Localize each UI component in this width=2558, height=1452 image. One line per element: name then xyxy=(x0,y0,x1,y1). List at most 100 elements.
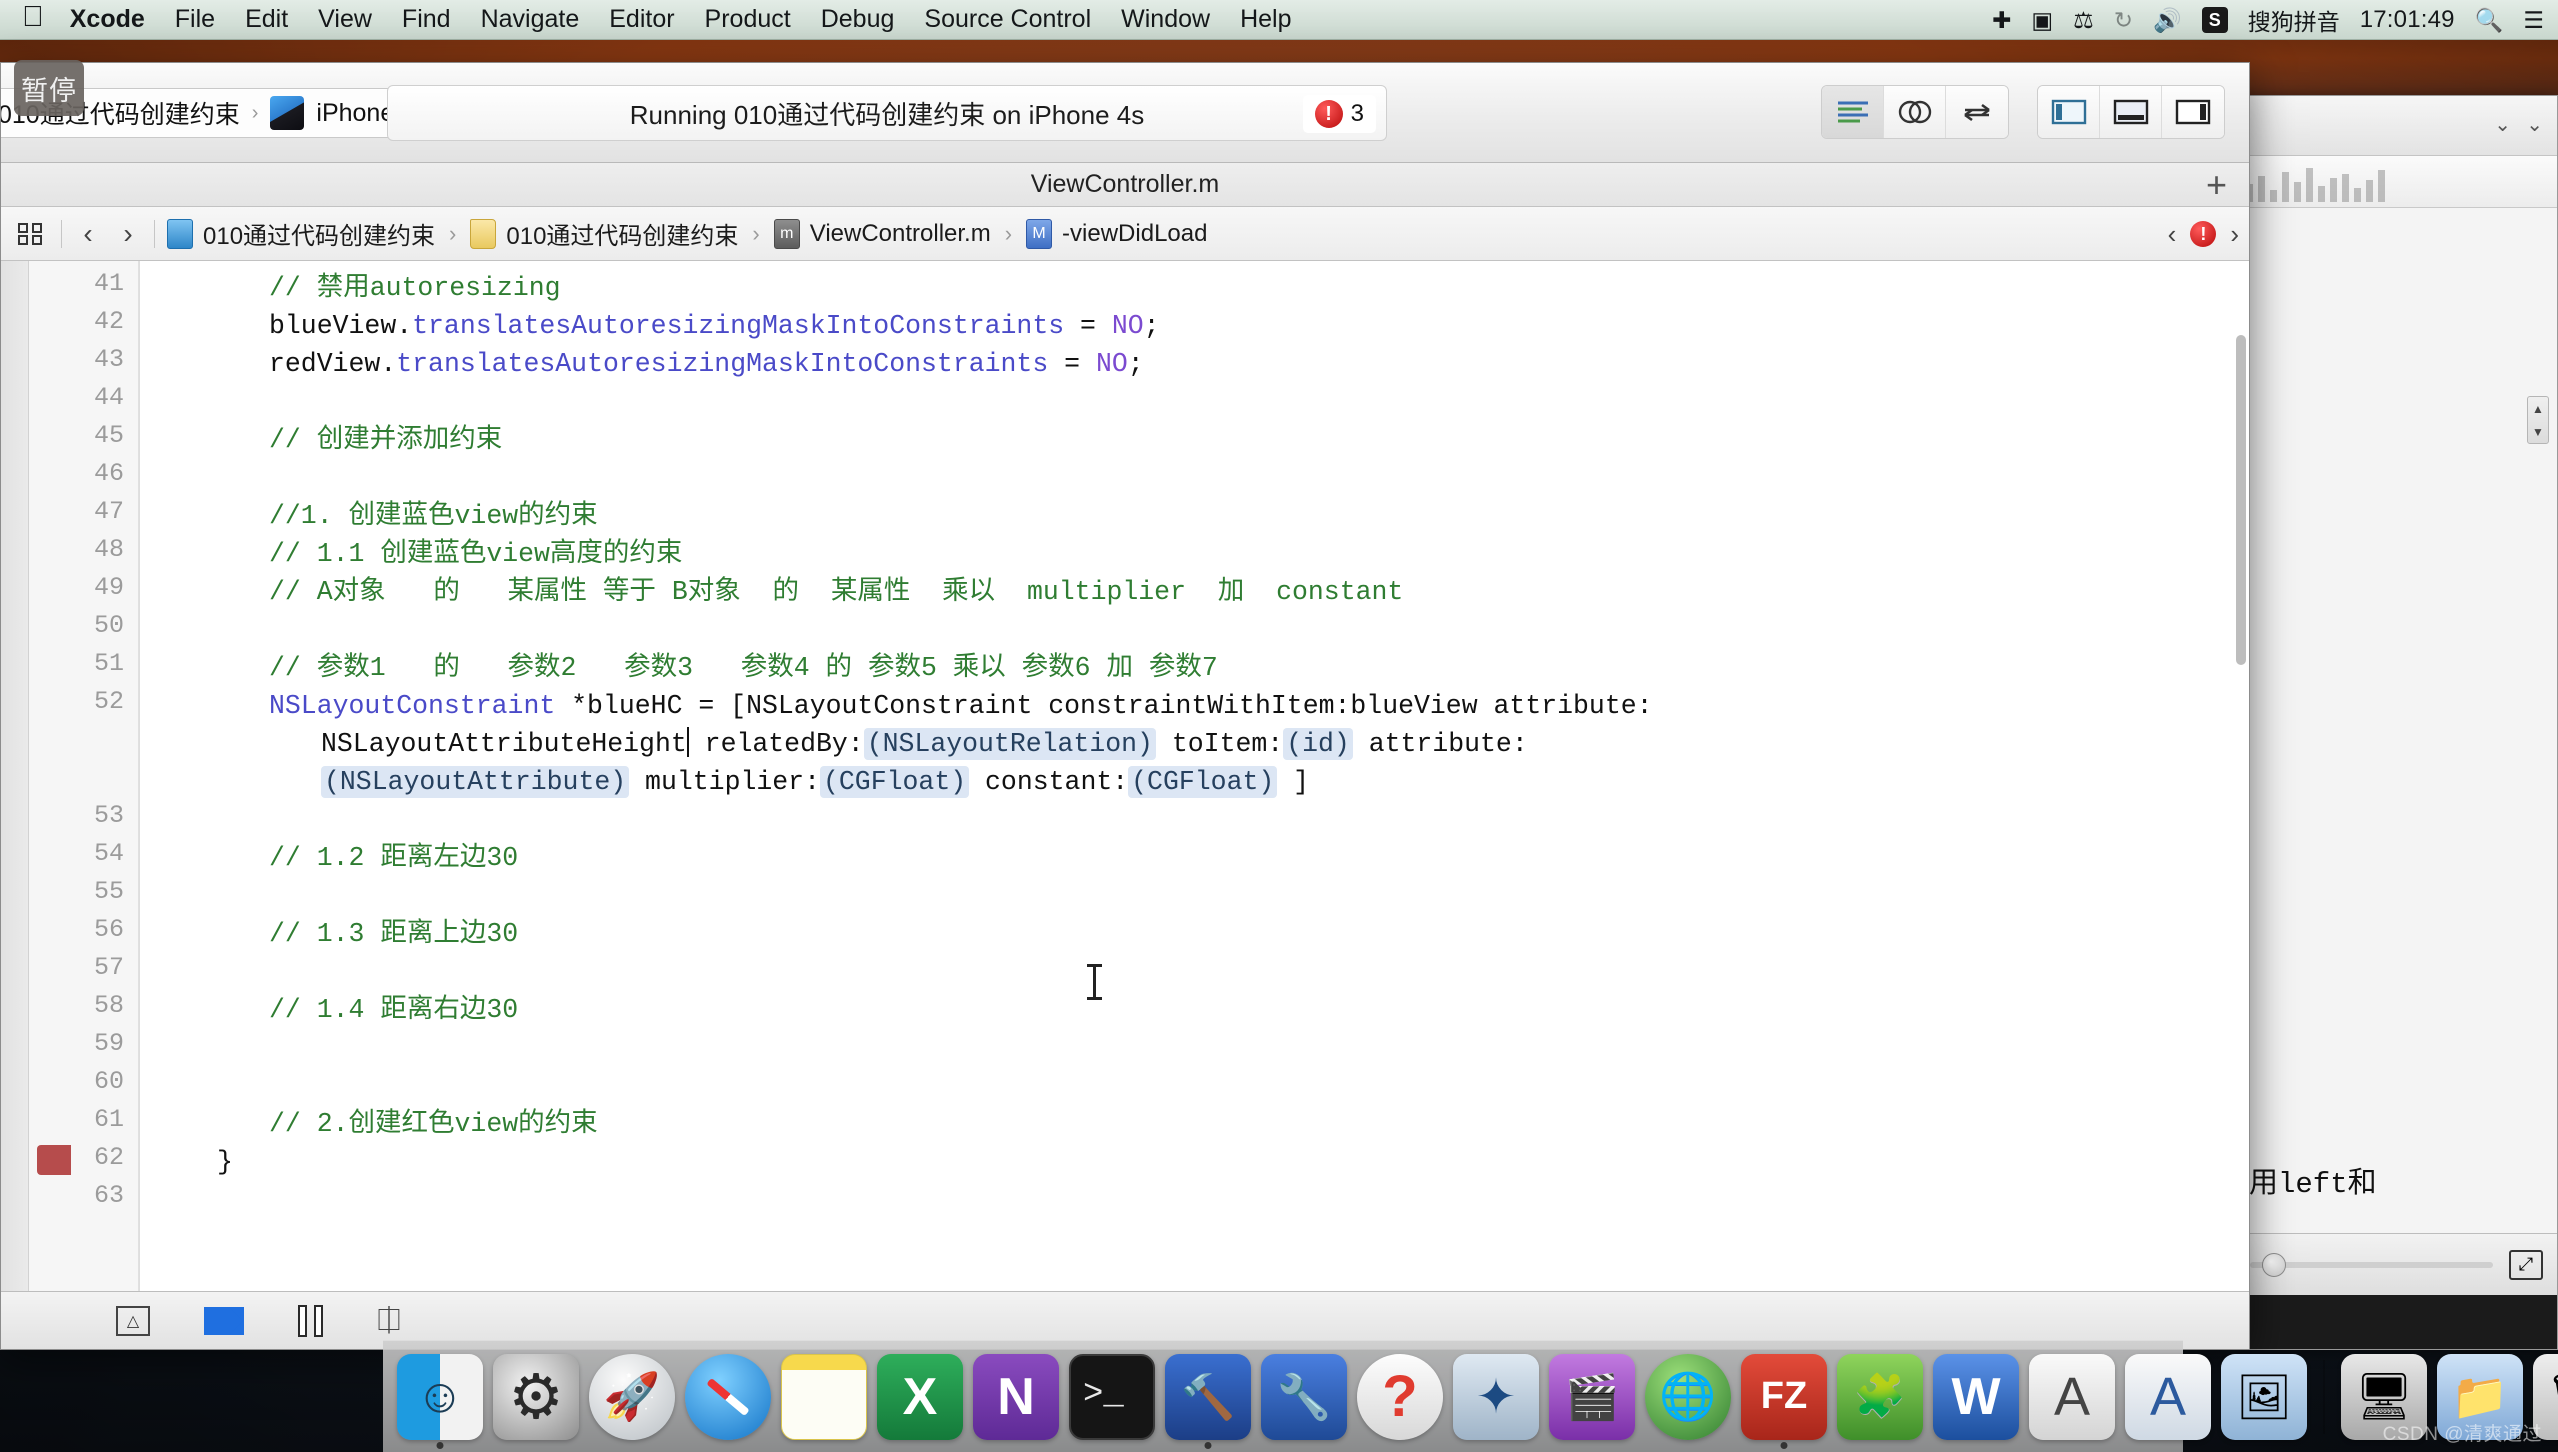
plugin-icon[interactable] xyxy=(1837,1354,1923,1440)
notes-icon[interactable] xyxy=(781,1354,867,1440)
forward-button[interactable]: › xyxy=(108,207,148,261)
menu-find[interactable]: Find xyxy=(402,5,451,34)
breakpoint-marker[interactable] xyxy=(37,1145,71,1175)
timemachine-icon[interactable]: ↻ xyxy=(2114,7,2133,34)
apple-icon[interactable]:  xyxy=(22,3,44,32)
browser-globe-icon[interactable] xyxy=(1645,1354,1731,1440)
code-line[interactable]: // 1.1 创建蓝色view高度的约束 xyxy=(217,535,682,573)
code-line[interactable]: (NSLayoutAttribute) multiplier:(CGFloat)… xyxy=(217,763,1309,801)
version-editor-icon[interactable] xyxy=(1946,86,2008,138)
input-method-label[interactable]: 搜狗拼音 xyxy=(2248,3,2340,37)
menu-file[interactable]: File xyxy=(175,5,215,34)
next-issue-button[interactable]: › xyxy=(2230,219,2239,250)
line-number-gutter[interactable]: 4142434445464748495051525354555657585960… xyxy=(29,261,139,1291)
menubar-clock[interactable]: 17:01:49 xyxy=(2360,6,2455,34)
filezilla-icon[interactable] xyxy=(1741,1354,1827,1440)
pixelmator-icon[interactable] xyxy=(1453,1354,1539,1440)
preview-icon[interactable] xyxy=(2221,1354,2307,1440)
menu-xcode[interactable]: Xcode xyxy=(70,5,145,34)
zoom-slider[interactable] xyxy=(2250,1262,2493,1268)
standard-editor-icon[interactable] xyxy=(1822,86,1884,138)
breadcrumb-method[interactable]: -viewDidLoad xyxy=(1062,220,1207,248)
code-line[interactable]: // 1.3 距离上边30 xyxy=(217,915,518,953)
chevron-down-icon[interactable]: ▼ xyxy=(2532,425,2544,439)
toolbar-right-controls xyxy=(1821,85,2225,139)
chevron-up-icon[interactable]: ▲ xyxy=(2532,402,2544,416)
breadcrumb-project[interactable]: 010通过代码创建约束 xyxy=(203,216,435,251)
volume-icon[interactable]: 🔊 xyxy=(2153,7,2182,34)
step-out-icon[interactable]: ⎅ xyxy=(377,1304,401,1338)
debug-area-toggle-icon[interactable] xyxy=(2100,86,2162,138)
step-over-icon[interactable] xyxy=(204,1307,244,1335)
fullscreen-icon[interactable]: ⤢ xyxy=(2509,1250,2543,1280)
notification-center-icon[interactable]: ☰ xyxy=(2523,7,2544,34)
code-placeholder: (CGFloat) xyxy=(820,766,969,798)
issue-badge[interactable]: ! xyxy=(2190,221,2216,247)
code-line[interactable]: redView.translatesAutoresizingMaskIntoCo… xyxy=(217,345,1144,383)
code-line[interactable]: // 创建并添加约束 xyxy=(217,421,502,459)
add-editor-button[interactable]: + xyxy=(2206,167,2227,203)
excel-icon[interactable] xyxy=(877,1354,963,1440)
screen-record-icon[interactable]: ▣ xyxy=(2031,7,2053,34)
previous-issue-button[interactable]: ‹ xyxy=(2168,219,2177,250)
code-line[interactable]: } xyxy=(217,1143,233,1181)
breadcrumb-file[interactable]: ViewController.m xyxy=(810,220,991,248)
menu-window[interactable]: Window xyxy=(1121,5,1210,34)
issue-badge-chip[interactable]: ! 3 xyxy=(1303,95,1376,133)
menu-view[interactable]: View xyxy=(318,5,372,34)
finder-icon[interactable] xyxy=(397,1354,483,1440)
background-window[interactable]: ⌄ ⌄ ▲ ▼ 是只用left和 ⤢ xyxy=(2235,95,2558,1350)
slider-knob[interactable] xyxy=(2262,1253,2286,1277)
menu-debug[interactable]: Debug xyxy=(821,5,895,34)
code-line[interactable]: // 参数1 的 参数2 参数3 参数4 的 参数5 乘以 参数6 加 参数7 xyxy=(217,649,1218,687)
editor-vertical-scrollbar[interactable] xyxy=(2235,265,2247,1287)
onenote-icon[interactable] xyxy=(973,1354,1059,1440)
word-icon[interactable] xyxy=(1933,1354,2019,1440)
scrollbar-thumb[interactable] xyxy=(2236,335,2246,665)
code-line[interactable]: blueView.translatesAutoresizingMaskIntoC… xyxy=(217,307,1160,345)
safari-icon[interactable] xyxy=(685,1354,771,1440)
code-line[interactable]: // A对象 的 某属性 等于 B对象 的 某属性 乘以 multiplier … xyxy=(217,573,1403,611)
back-button[interactable]: ‹ xyxy=(68,207,108,261)
menu-navigate[interactable]: Navigate xyxy=(481,5,580,34)
imovie-icon[interactable] xyxy=(1549,1354,1635,1440)
menu-help[interactable]: Help xyxy=(1240,5,1291,34)
menu-source-control[interactable]: Source Control xyxy=(924,5,1091,34)
system-preferences-icon[interactable] xyxy=(493,1354,579,1440)
terminal-icon[interactable] xyxy=(1069,1354,1155,1440)
code-line[interactable]: // 1.4 距离右边30 xyxy=(217,991,518,1029)
source-editor[interactable]: 4142434445464748495051525354555657585960… xyxy=(1,261,2249,1291)
assistant-editor-icon[interactable] xyxy=(1884,86,1946,138)
hide-debug-area-icon[interactable]: △ xyxy=(116,1306,150,1336)
launchpad-icon[interactable] xyxy=(589,1354,675,1440)
background-window-stepper[interactable]: ▲ ▼ xyxy=(2527,396,2549,444)
code-line[interactable]: // 1.2 距离左边30 xyxy=(217,839,518,877)
code-placeholder: (CGFloat) xyxy=(1128,766,1277,798)
font-tool-icon[interactable] xyxy=(2125,1354,2211,1440)
xcode-beta-icon[interactable] xyxy=(1261,1354,1347,1440)
sogou-badge[interactable]: S xyxy=(2202,7,2228,33)
search-icon[interactable]: 🔍 xyxy=(2475,7,2504,34)
code-line[interactable]: // 2.创建红色view的约束 xyxy=(217,1105,598,1143)
chevron-down-icon[interactable]: ⌄ xyxy=(2494,112,2511,137)
code-area[interactable]: // 禁用autoresizingblueView.translatesAuto… xyxy=(139,261,2249,1291)
related-items-icon[interactable] xyxy=(9,207,55,261)
breadcrumb-group[interactable]: 010通过代码创建约束 xyxy=(506,216,738,251)
bluetooth-icon[interactable]: ⚖ xyxy=(2073,7,2094,34)
code-line[interactable]: //1. 创建蓝色view的约束 xyxy=(217,497,598,535)
utilities-toggle-icon[interactable] xyxy=(2162,86,2224,138)
pause-icon[interactable] xyxy=(298,1305,323,1337)
chevron-down-icon-2[interactable]: ⌄ xyxy=(2526,112,2543,137)
help-icon[interactable] xyxy=(1357,1354,1443,1440)
menu-product[interactable]: Product xyxy=(705,5,791,34)
code-line[interactable]: // 禁用autoresizing xyxy=(217,269,561,307)
navigator-toggle-icon[interactable] xyxy=(2038,86,2100,138)
code-line[interactable]: NSLayoutAttributeHeight relatedBy:(NSLay… xyxy=(217,725,1528,763)
menu-edit[interactable]: Edit xyxy=(245,5,288,34)
xcode-icon[interactable] xyxy=(1165,1354,1251,1440)
airplay-icon[interactable]: ✚ xyxy=(1992,7,2011,34)
code-line[interactable]: NSLayoutConstraint *blueHC = [NSLayoutCo… xyxy=(217,687,1653,725)
font-book-icon[interactable] xyxy=(2029,1354,2115,1440)
code-token: *blueHC = [ xyxy=(555,691,746,721)
menu-editor[interactable]: Editor xyxy=(609,5,674,34)
